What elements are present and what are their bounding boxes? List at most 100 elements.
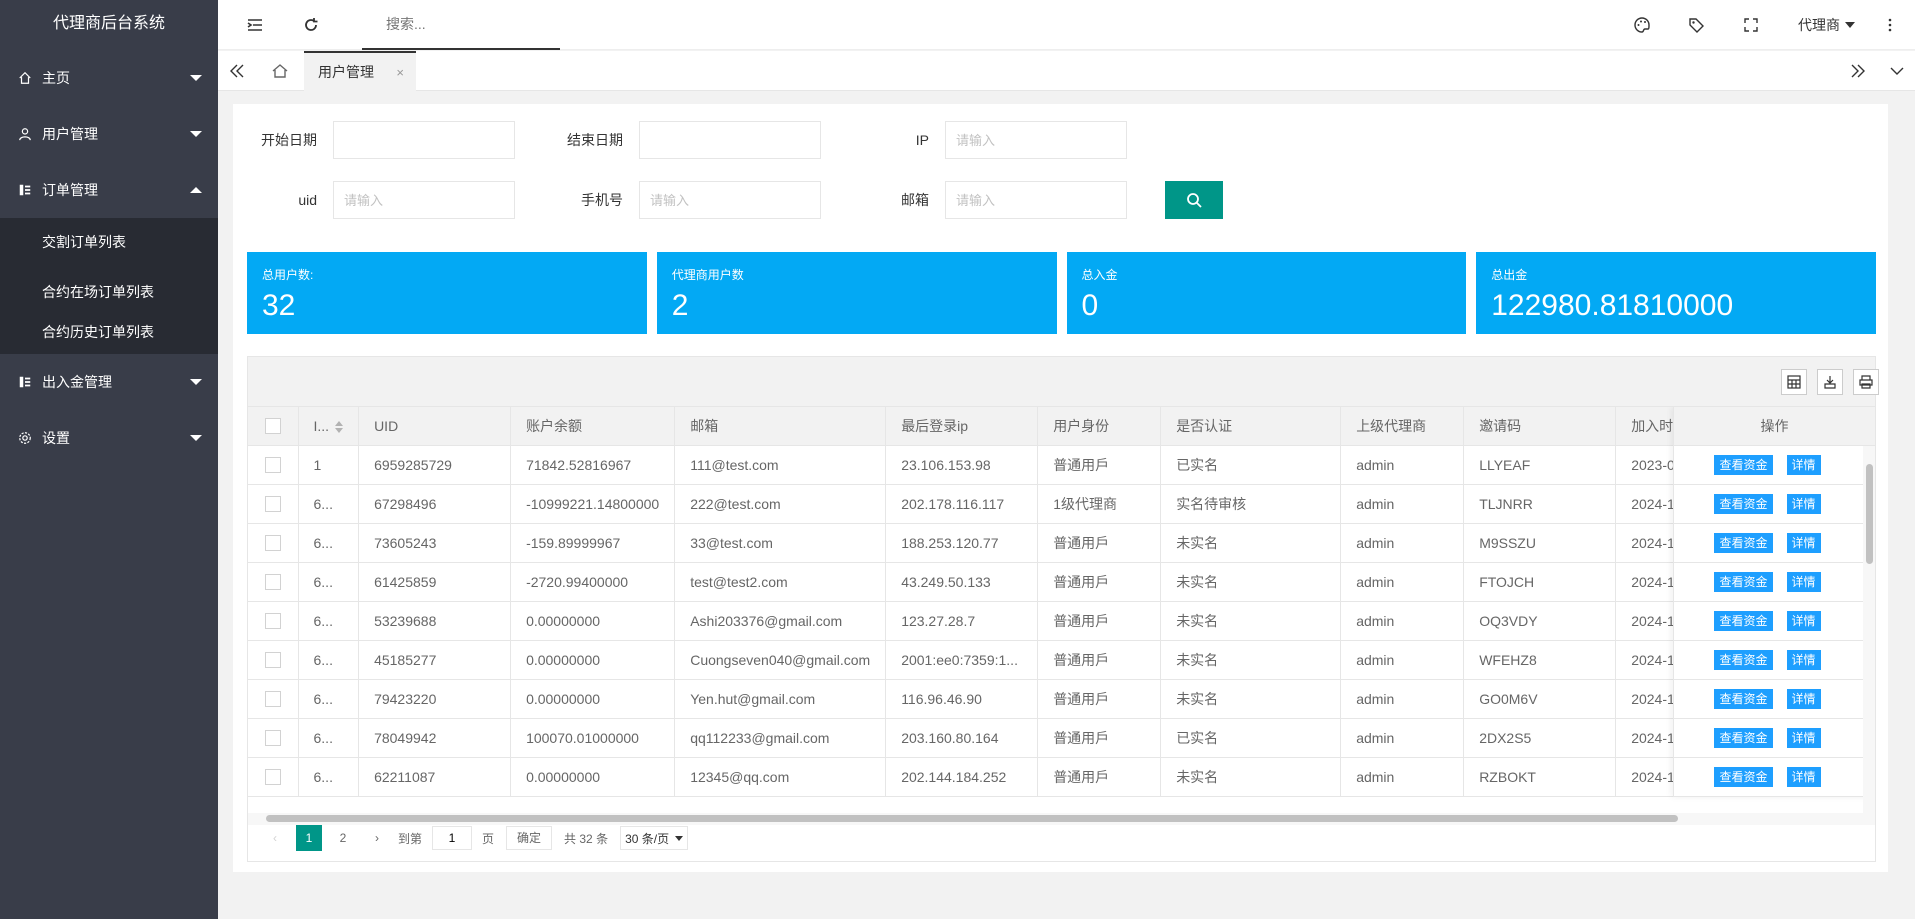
end-date-input[interactable]	[639, 121, 821, 159]
detail-button[interactable]: 详情	[1786, 728, 1821, 748]
detail-button[interactable]: 详情	[1786, 572, 1821, 592]
fullscreen-icon[interactable]	[1741, 15, 1761, 35]
stat-title: 总用户数:	[262, 268, 314, 282]
sidebar-item-label: 主页	[42, 70, 70, 86]
row-checkbox[interactable]	[264, 496, 281, 513]
sidebar-item-funds[interactable]: 出入金管理	[0, 354, 218, 410]
page-2-button[interactable]: 2	[330, 825, 356, 851]
view-funds-button[interactable]: 查看资金	[1714, 767, 1773, 787]
ip-input[interactable]	[945, 121, 1127, 159]
chevron-down-icon[interactable]	[1887, 61, 1907, 81]
view-funds-button[interactable]: 查看资金	[1714, 611, 1773, 631]
table-row[interactable]: 6... 45185277 0.00000000 Cuongseven040@gmai…	[248, 640, 1797, 680]
phone-label: 手机号	[581, 192, 623, 208]
table-row[interactable]: 6... 78049942 100070.01000000 qq112233@gmai…	[248, 718, 1797, 758]
detail-button[interactable]: 详情	[1786, 767, 1821, 787]
close-icon[interactable]: ×	[396, 65, 404, 80]
sidebar-subitem-contract-open-orders[interactable]: 合约在场订单列表	[0, 272, 218, 312]
sidebar-item-home[interactable]: 主页	[0, 50, 218, 106]
start-date-input[interactable]	[333, 121, 515, 159]
row-select-cell[interactable]	[248, 523, 299, 563]
header-search-input[interactable]	[362, 0, 560, 48]
row-select-cell[interactable]	[248, 601, 299, 641]
row-select-cell[interactable]	[248, 445, 299, 485]
prev-page-button[interactable]: ‹	[262, 825, 288, 851]
stat-title: 总入金	[1081, 268, 1118, 282]
table-row[interactable]: 6... 61425859 -2720.99400000 test@test2.com…	[248, 562, 1797, 602]
home-icon[interactable]	[270, 61, 290, 81]
tag-icon[interactable]	[1686, 15, 1706, 35]
table-row[interactable]: 6... 62211087 0.00000000 12345@qq.com 202.14…	[248, 757, 1797, 797]
tabs-scroll-right-icon[interactable]	[1848, 61, 1868, 81]
export-button[interactable]	[1817, 369, 1843, 395]
view-funds-button[interactable]: 查看资金	[1714, 689, 1773, 709]
sidebar-item-users[interactable]: 用户管理	[0, 106, 218, 162]
row-select-cell[interactable]	[248, 640, 299, 680]
row-checkbox[interactable]	[264, 613, 281, 630]
view-funds-button[interactable]: 查看资金	[1714, 455, 1773, 475]
select-all-cell[interactable]	[248, 407, 299, 446]
col-id[interactable]: I...	[298, 407, 360, 446]
columns-filter-button[interactable]	[1781, 369, 1807, 395]
row-select-cell[interactable]	[248, 679, 299, 719]
row-select-cell[interactable]	[248, 718, 299, 758]
scroll-thumb[interactable]	[1866, 464, 1873, 564]
select-all-checkbox[interactable]	[264, 418, 281, 435]
row-checkbox[interactable]	[264, 730, 281, 747]
refresh-icon[interactable]	[301, 15, 321, 35]
email-input[interactable]	[945, 181, 1127, 219]
phone-input[interactable]	[639, 181, 821, 219]
more-icon[interactable]	[1880, 15, 1900, 35]
goto-confirm-button[interactable]: 确定	[506, 826, 553, 850]
next-page-button[interactable]: ›	[364, 825, 390, 851]
vertical-scrollbar[interactable]	[1863, 446, 1875, 813]
row-checkbox[interactable]	[264, 457, 281, 474]
row-checkbox[interactable]	[264, 652, 281, 669]
table-row[interactable]: 6... 79423220 0.00000000 Yen.hut@gmail.com 1…	[248, 679, 1797, 719]
detail-button[interactable]: 详情	[1786, 611, 1821, 631]
goto-page-input[interactable]	[432, 826, 473, 850]
row-checkbox[interactable]	[264, 574, 281, 591]
print-button[interactable]	[1853, 369, 1879, 395]
menu-toggle-icon[interactable]	[245, 15, 265, 35]
table-row[interactable]: 6... 53239688 0.00000000 Ashi203376@gmail.c…	[248, 601, 1797, 641]
user-menu[interactable]: 代理商	[1798, 15, 1855, 35]
table-row[interactable]: 1 6959285729 71842.52816967 111@test.com 23.…	[248, 445, 1797, 485]
view-funds-button[interactable]: 查看资金	[1714, 728, 1773, 748]
table-row[interactable]: 6... 73605243 -159.89999967 33@test.com 188.…	[248, 523, 1797, 563]
row-actions: 查看资金 详情	[1674, 719, 1875, 758]
row-checkbox[interactable]	[264, 769, 281, 786]
view-funds-button[interactable]: 查看资金	[1714, 533, 1773, 553]
table-row[interactable]: 6... 67298496 -10999221.14800000 222@test.c…	[248, 484, 1797, 524]
sort-icon[interactable]	[335, 421, 344, 434]
tab-user-management[interactable]: 用户管理 ×	[304, 51, 416, 91]
row-checkbox[interactable]	[264, 691, 281, 708]
row-checkbox[interactable]	[264, 535, 281, 552]
detail-button[interactable]: 详情	[1786, 533, 1821, 553]
page-size-select[interactable]: 30 条/页	[620, 826, 689, 850]
detail-button[interactable]: 详情	[1786, 455, 1821, 475]
view-funds-button[interactable]: 查看资金	[1714, 572, 1773, 592]
view-funds-button[interactable]: 查看资金	[1714, 650, 1773, 670]
row-select-cell[interactable]	[248, 562, 299, 602]
sidebar-subitem-contract-history-orders[interactable]: 合约历史订单列表	[0, 312, 218, 352]
uid-input[interactable]	[333, 181, 515, 219]
tabs-scroll-left-icon[interactable]	[227, 61, 247, 81]
page-1-button[interactable]: 1	[296, 825, 322, 851]
row-select-cell[interactable]	[248, 484, 299, 524]
sidebar-item-settings[interactable]: 设置	[0, 410, 218, 466]
cell-verified: 未实名	[1160, 679, 1342, 719]
theme-icon[interactable]	[1632, 15, 1652, 35]
cell-parent-agent: admin	[1340, 523, 1465, 563]
sidebar-subitem-delivery-orders[interactable]: 交割订单列表	[0, 222, 218, 262]
scroll-thumb[interactable]	[266, 815, 1678, 822]
col-balance: 账户余额	[510, 407, 676, 446]
sidebar-item-orders[interactable]: 订单管理	[0, 162, 218, 218]
detail-button[interactable]: 详情	[1786, 650, 1821, 670]
detail-button[interactable]: 详情	[1786, 689, 1821, 709]
horizontal-scrollbar[interactable]	[248, 813, 1875, 825]
view-funds-button[interactable]: 查看资金	[1714, 494, 1773, 514]
detail-button[interactable]: 详情	[1786, 494, 1821, 514]
search-button[interactable]	[1165, 181, 1223, 219]
row-select-cell[interactable]	[248, 757, 299, 797]
